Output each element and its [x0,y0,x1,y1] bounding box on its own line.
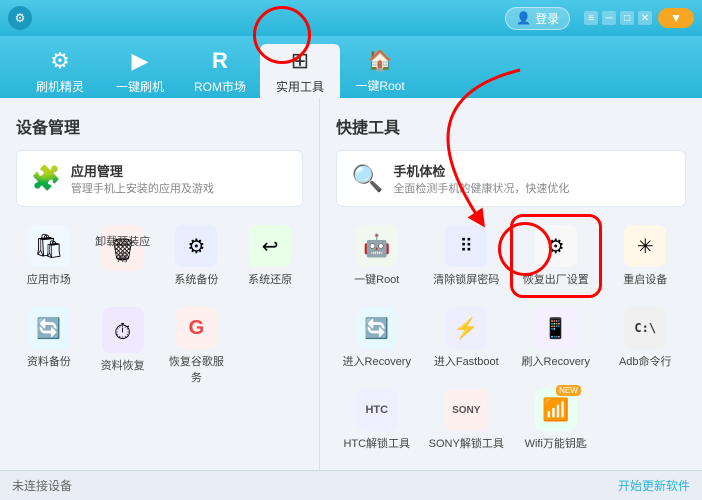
title-bar: ⚙ 👤 登录 ≡ ─ □ ✕ ▼ [0,0,702,36]
restore-icon-box: ↩ [249,225,291,267]
maximize-button[interactable]: □ [620,11,634,25]
icon-sys-backup[interactable]: ⚙ 系统备份 [164,219,230,293]
icon-appstore[interactable]: 🛍 应用市场 [16,219,82,293]
icon-data-backup[interactable]: 🔄 资料备份 [16,301,82,391]
factory-reset-icon-box: ⚙ [535,225,577,267]
left-icon-grid: 🛍 应用市场 🗑 卸载预装应用 ⚙ 系统备份 ↩ 系统还原 🔄 资料备份 [16,219,303,391]
health-title: 手机体检 [393,161,569,180]
icon-wifi-key[interactable]: 📶 NEW Wifi万能钥匙 [515,383,597,457]
status-bar: 未连接设备 开始更新软件 [0,470,702,500]
icon-enter-fastboot[interactable]: ⚡ 进入Fastboot [426,301,508,375]
google-icon-box: G [175,307,217,349]
left-section-title: 设备管理 [16,114,303,138]
device-status: 未连接设备 [12,477,72,494]
sony-icon-box: SONY [445,389,487,431]
backup-icon-box: ⚙ [175,225,217,267]
app-logo: ⚙ [8,6,32,30]
icon-flash-recovery[interactable]: 📱 刷入Recovery [515,301,597,375]
appstore-icon-box: 🛍 [28,225,70,267]
icon-enter-recovery[interactable]: 🔄 进入Recovery [336,301,418,375]
datasave-icon-box: 🔄 [28,307,70,349]
icon-reboot-device[interactable]: ✳ 重启设备 [605,219,687,293]
nav-bar: ⚙ 刷机精灵 ▶ 一键刷机 R ROM市场 ⊞ 实用工具 🏠 一键Root [0,36,702,98]
new-badge: NEW [556,385,581,396]
htc-icon-box: HTC [356,389,398,431]
left-panel: 设备管理 🧩 应用管理 管理手机上安装的应用及游戏 🛍 应用市场 🗑 卸载预装应… [0,98,320,470]
icon-data-restore[interactable]: ⏱ 资料恢复 [90,301,156,391]
close-button[interactable]: ✕ [638,11,652,25]
update-action[interactable]: 开始更新软件 [618,477,690,494]
quick-tools-grid: 🤖 一键Root ⠿ 清除锁屏密码 ⚙ 恢复出厂设置 ✳ 重启设备 🔄 进入Re… [336,219,686,457]
nav-item-rom-market[interactable]: R ROM市场 [180,44,260,98]
icon-one-root[interactable]: 🤖 一键Root [336,219,418,293]
fastboot-icon-box: ⚡ [445,307,487,349]
app-management-card[interactable]: 🧩 应用管理 管理手机上安装的应用及游戏 [16,150,303,207]
root-icon-box: 🤖 [356,225,398,267]
icon-sys-restore[interactable]: ↩ 系统还原 [237,219,303,293]
icon-sony-unlock[interactable]: SONY SONY解锁工具 [426,383,508,457]
health-icon: 🔍 [351,163,383,194]
title-bar-left: ⚙ [8,6,32,30]
flash-recovery-icon-box: 📱 [535,307,577,349]
main-content: 设备管理 🧩 应用管理 管理手机上安装的应用及游戏 🛍 应用市场 🗑 卸载预装应… [0,98,702,470]
icon-uninstall[interactable]: 🗑 卸载预装应用 [90,219,156,293]
icon-google-restore[interactable]: G 恢复谷歌服务 [164,301,230,391]
adb-icon-box: C:\ [624,307,666,349]
health-desc: 全面检测手机的健康状况，快速优化 [393,180,569,196]
nav-item-flash-expert[interactable]: ⚙ 刷机精灵 [20,44,100,98]
puzzle-icon: 🧩 [31,164,61,193]
right-section-title: 快捷工具 [336,114,686,138]
enter-recovery-icon-box: 🔄 [356,307,398,349]
menu-button[interactable]: ≡ [584,11,598,25]
icon-htc-unlock[interactable]: HTC HTC解锁工具 [336,383,418,457]
health-check-card[interactable]: 🔍 手机体检 全面检测手机的健康状况，快速优化 [336,150,686,207]
nav-item-one-click-root[interactable]: 🏠 一键Root [340,44,420,98]
icon-lockscreen-clear[interactable]: ⠿ 清除锁屏密码 [426,219,508,293]
reboot-icon-box: ✳ [624,225,666,267]
wifi-icon-box: 📶 NEW [535,389,577,431]
app-mgmt-title: 应用管理 [71,161,214,180]
lockscreen-icon-box: ⠿ [445,225,487,267]
window-controls: ≡ ─ □ ✕ [584,11,652,25]
nav-item-one-click-flash[interactable]: ▶ 一键刷机 [100,44,180,98]
app-mgmt-desc: 管理手机上安装的应用及游戏 [71,180,214,196]
login-button[interactable]: 👤 登录 [505,7,570,30]
download-button[interactable]: ▼ [658,8,694,28]
minimize-button[interactable]: ─ [602,11,616,25]
nav-item-practical-tools[interactable]: ⊞ 实用工具 [260,44,340,98]
icon-factory-reset[interactable]: ⚙ 恢复出厂设置 [515,219,597,293]
title-bar-right: 👤 登录 ≡ ─ □ ✕ ▼ [505,7,694,30]
icon-adb-cmd[interactable]: C:\ Adb命令行 [605,301,687,375]
right-panel: 快捷工具 🔍 手机体检 全面检测手机的健康状况，快速优化 🤖 一键Root ⠿ … [320,98,702,470]
